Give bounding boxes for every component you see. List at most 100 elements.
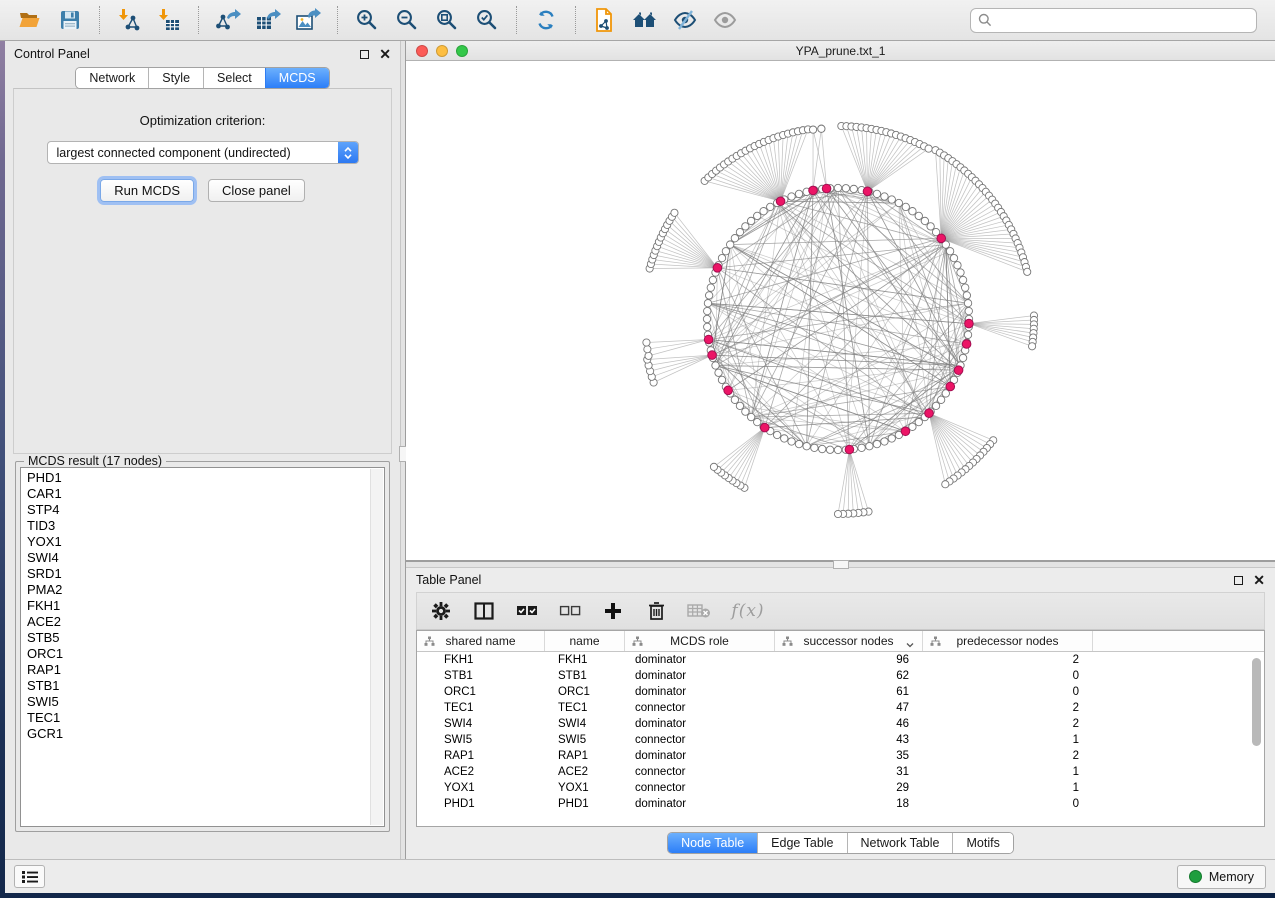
window-zoom-icon[interactable] (456, 45, 468, 57)
add-column-icon[interactable] (601, 599, 625, 623)
toolbar-search[interactable] (970, 8, 1257, 33)
mcds-result-item[interactable]: YOX1 (21, 534, 384, 550)
tab-network-table[interactable]: Network Table (847, 833, 953, 853)
export-network-icon[interactable] (208, 3, 248, 37)
column-header-shared-name[interactable]: shared name (417, 631, 545, 651)
memory-button[interactable]: Memory (1177, 865, 1266, 889)
search-input[interactable] (998, 13, 1249, 27)
zoom-out-icon[interactable] (387, 3, 427, 37)
criterion-dropdown[interactable]: largest connected component (undirected) (47, 141, 359, 164)
network-canvas[interactable] (406, 61, 1275, 560)
node-table[interactable]: shared namenameMCDS rolesuccessor nodesp… (416, 630, 1265, 827)
mcds-result-item[interactable]: TEC1 (21, 710, 384, 726)
zoom-in-icon[interactable] (347, 3, 387, 37)
close-panel-button[interactable]: Close panel (208, 179, 305, 202)
function-builder-icon[interactable]: f(x) (730, 599, 766, 623)
cell-predecessor-nodes: 2 (923, 750, 1093, 762)
toolbar-separator (337, 6, 338, 34)
tab-style[interactable]: Style (148, 68, 203, 88)
table-row[interactable]: ACE2ACE2connector311 (417, 764, 1264, 780)
tab-edge-table[interactable]: Edge Table (757, 833, 846, 853)
table-scrollbar[interactable] (1252, 658, 1261, 746)
mcds-result-item[interactable]: TID3 (21, 518, 384, 534)
delete-table-icon[interactable] (687, 599, 711, 623)
table-row[interactable]: ORC1ORC1dominator610 (417, 684, 1264, 700)
close-panel-icon[interactable]: ✕ (1253, 576, 1265, 585)
tab-network[interactable]: Network (76, 68, 148, 88)
table-panel: Table Panel ✕ f(x) s (406, 568, 1275, 859)
tab-node-table[interactable]: Node Table (668, 833, 757, 853)
window-minimize-icon[interactable] (436, 45, 448, 57)
column-header-predecessor-nodes[interactable]: predecessor nodes (923, 631, 1093, 651)
column-header-MCDS-role[interactable]: MCDS role (625, 631, 775, 651)
save-icon[interactable] (50, 3, 90, 37)
delete-column-icon[interactable] (644, 599, 668, 623)
table-body[interactable]: FKH1FKH1dominator962STB1STB1dominator620… (417, 652, 1264, 812)
table-row[interactable]: PHD1PHD1dominator180 (417, 796, 1264, 812)
table-row[interactable]: YOX1YOX1connector291 (417, 780, 1264, 796)
zoom-selected-icon[interactable] (467, 3, 507, 37)
list-scrollbar[interactable] (370, 469, 383, 825)
hide-network-icon[interactable] (665, 3, 705, 37)
zoom-fit-icon[interactable] (427, 3, 467, 37)
table-row[interactable]: SWI5SWI5connector431 (417, 732, 1264, 748)
export-table-icon[interactable] (248, 3, 288, 37)
tab-select[interactable]: Select (203, 68, 265, 88)
splitter-handle[interactable] (833, 560, 849, 569)
table-row[interactable]: FKH1FKH1dominator962 (417, 652, 1264, 668)
attribute-settings-icon[interactable] (429, 599, 453, 623)
mcds-result-item[interactable]: STB1 (21, 678, 384, 694)
cell-successor-nodes: 61 (775, 686, 923, 698)
close-panel-icon[interactable]: ✕ (379, 50, 391, 59)
mcds-result-item[interactable]: STB5 (21, 630, 384, 646)
mcds-result-item[interactable]: STP4 (21, 502, 384, 518)
cell-name: ORC1 (545, 686, 625, 698)
tab-mcds[interactable]: MCDS (265, 68, 329, 88)
mcds-result-list[interactable]: PHD1CAR1STP4TID3YOX1SWI4SRD1PMA2FKH1ACE2… (20, 467, 385, 827)
table-row[interactable]: SWI4SWI4dominator462 (417, 716, 1264, 732)
select-all-icon[interactable] (515, 599, 539, 623)
mcds-result-item[interactable]: SWI5 (21, 694, 384, 710)
toolbar-separator (198, 6, 199, 34)
share-document-icon[interactable] (585, 3, 625, 37)
horizontal-splitter[interactable] (406, 561, 1275, 568)
sort-desc-icon[interactable] (905, 638, 915, 652)
table-header[interactable]: shared namenameMCDS rolesuccessor nodesp… (417, 631, 1264, 652)
home-icon[interactable] (625, 3, 665, 37)
cell-shared-name: TEC1 (417, 702, 545, 714)
run-mcds-button[interactable]: Run MCDS (100, 179, 194, 202)
task-history-button[interactable] (14, 865, 45, 888)
mcds-result-item[interactable]: ACE2 (21, 614, 384, 630)
column-header-name[interactable]: name (545, 631, 625, 651)
window-close-icon[interactable] (416, 45, 428, 57)
mcds-result-item[interactable]: PHD1 (21, 468, 384, 486)
show-network-icon[interactable] (705, 3, 745, 37)
cell-name: PHD1 (545, 798, 625, 810)
control-panel: Control Panel ✕ NetworkStyleSelectMCDS O… (5, 41, 400, 859)
mcds-result-item[interactable]: SRD1 (21, 566, 384, 582)
deselect-all-icon[interactable] (558, 599, 582, 623)
cell-MCDS-role: dominator (625, 670, 775, 682)
split-view-icon[interactable] (472, 599, 496, 623)
import-table-icon[interactable] (149, 3, 189, 37)
mcds-result-item[interactable]: SWI4 (21, 550, 384, 566)
mcds-result-item[interactable]: FKH1 (21, 598, 384, 614)
tab-motifs[interactable]: Motifs (952, 833, 1012, 853)
float-panel-icon[interactable] (1234, 576, 1243, 585)
refresh-icon[interactable] (526, 3, 566, 37)
network-graph[interactable] (406, 61, 1275, 560)
import-network-icon[interactable] (109, 3, 149, 37)
mcds-result-item[interactable]: CAR1 (21, 486, 384, 502)
mcds-result-item[interactable]: PMA2 (21, 582, 384, 598)
column-header-successor-nodes[interactable]: successor nodes (775, 631, 923, 651)
table-row[interactable]: STB1STB1dominator620 (417, 668, 1264, 684)
mcds-result-item[interactable]: ORC1 (21, 646, 384, 662)
cell-MCDS-role: connector (625, 766, 775, 778)
table-row[interactable]: RAP1RAP1dominator352 (417, 748, 1264, 764)
mcds-result-item[interactable]: RAP1 (21, 662, 384, 678)
export-image-icon[interactable] (288, 3, 328, 37)
mcds-result-item[interactable]: GCR1 (21, 726, 384, 742)
table-row[interactable]: TEC1TEC1connector472 (417, 700, 1264, 716)
float-panel-icon[interactable] (360, 50, 369, 59)
open-file-icon[interactable] (10, 3, 50, 37)
